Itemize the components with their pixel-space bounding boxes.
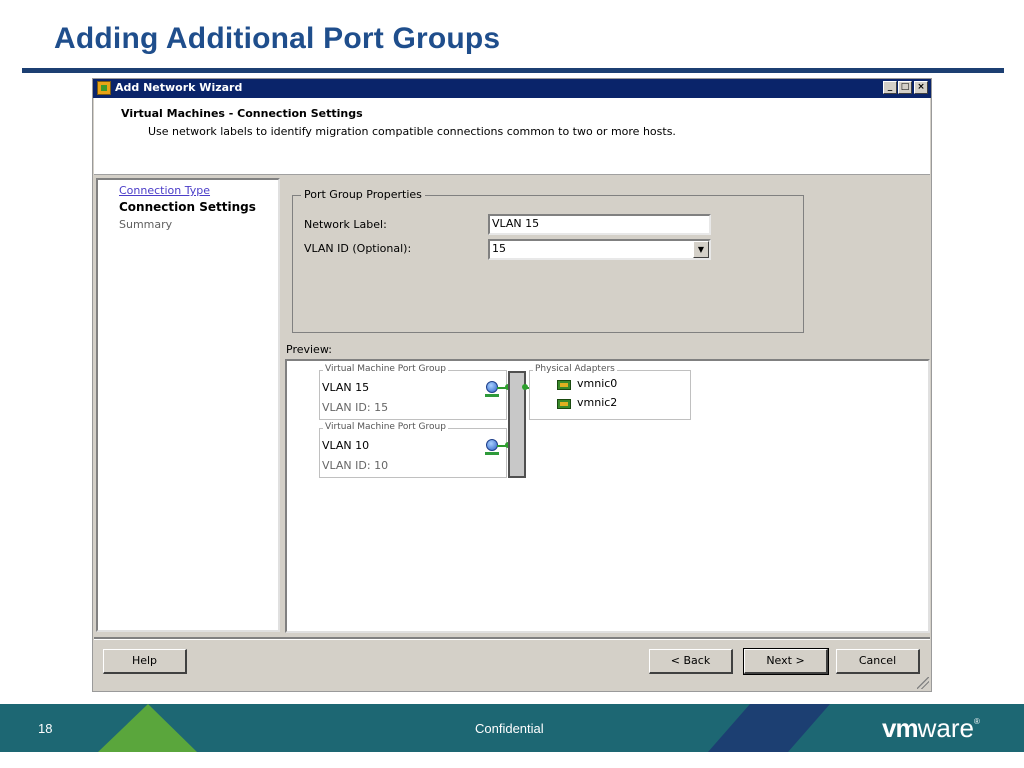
physical-adapters-legend: Physical Adapters bbox=[533, 364, 617, 374]
footer-navy-stripe bbox=[708, 704, 830, 752]
step-connection-settings: Connection Settings bbox=[119, 200, 256, 214]
steps-panel: Connection Type Connection Settings Summ… bbox=[96, 178, 280, 632]
back-button[interactable]: < Back bbox=[649, 649, 733, 674]
resize-grip-icon[interactable] bbox=[917, 677, 929, 689]
vlan-id-label: VLAN ID (Optional): bbox=[304, 242, 412, 255]
step-connection-type[interactable]: Connection Type bbox=[119, 184, 210, 197]
brand-bold: vm bbox=[882, 713, 919, 743]
port-group-name: VLAN 15 bbox=[322, 381, 370, 394]
slide-title: Adding Additional Port Groups bbox=[54, 22, 501, 55]
help-button[interactable]: Help bbox=[103, 649, 187, 674]
port-group-vlan: VLAN ID: 10 bbox=[322, 459, 389, 472]
header-title: Virtual Machines - Connection Settings bbox=[121, 107, 363, 120]
network-adapter-icon bbox=[557, 399, 571, 409]
step-summary: Summary bbox=[119, 218, 173, 231]
port-group-legend: Virtual Machine Port Group bbox=[323, 364, 448, 374]
window-title: Add Network Wizard bbox=[115, 81, 243, 94]
minimize-button[interactable]: _ bbox=[883, 81, 897, 94]
footer-text: Confidential bbox=[475, 721, 544, 736]
port-group-properties-legend: Port Group Properties bbox=[301, 188, 425, 201]
add-network-wizard-window: Add Network Wizard _ □ × Virtual Machine… bbox=[92, 78, 932, 692]
network-label-input[interactable]: VLAN 15 bbox=[488, 214, 711, 235]
port-group-legend: Virtual Machine Port Group bbox=[323, 422, 448, 432]
port-group-box[interactable]: Virtual Machine Port Group VLAN 15 VLAN … bbox=[319, 364, 507, 420]
header-description: Use network labels to identify migration… bbox=[148, 125, 676, 138]
network-adapter-icon bbox=[557, 380, 571, 390]
button-separator bbox=[94, 637, 930, 640]
preview-pane: Virtual Machine Port Group VLAN 15 VLAN … bbox=[285, 359, 930, 633]
port-group-properties: Port Group Properties Network Label: VLA… bbox=[292, 188, 804, 333]
slide-footer: 18 Confidential vmware® bbox=[0, 704, 1024, 752]
nic-label[interactable]: vmnic2 bbox=[577, 396, 617, 409]
port-group-box[interactable]: Virtual Machine Port Group VLAN 10 VLAN … bbox=[319, 422, 507, 478]
nic-label[interactable]: vmnic0 bbox=[577, 377, 617, 390]
port-group-vlan: VLAN ID: 15 bbox=[322, 401, 389, 414]
physical-adapters-box: Physical Adapters vmnic0 vmnic2 bbox=[529, 364, 691, 420]
close-button[interactable]: × bbox=[914, 81, 928, 94]
window-titlebar[interactable]: Add Network Wizard _ □ × bbox=[93, 79, 931, 98]
port-group-name: VLAN 10 bbox=[322, 439, 370, 452]
title-rule bbox=[22, 68, 1004, 73]
page-number: 18 bbox=[38, 721, 53, 736]
next-button[interactable]: Next > bbox=[743, 648, 829, 675]
maximize-button[interactable]: □ bbox=[898, 81, 912, 94]
wizard-header: Virtual Machines - Connection Settings U… bbox=[94, 98, 930, 175]
brand-rest: ware bbox=[917, 713, 974, 743]
chevron-down-icon[interactable]: ▼ bbox=[693, 241, 709, 258]
cancel-button[interactable]: Cancel bbox=[836, 649, 920, 674]
brand-mark: ® bbox=[973, 717, 980, 726]
wizard-icon bbox=[97, 81, 111, 95]
vlan-id-value: 15 bbox=[492, 242, 506, 255]
vmware-logo: vmware® bbox=[882, 713, 980, 744]
footer-green-triangle bbox=[98, 704, 197, 752]
preview-label: Preview: bbox=[286, 343, 332, 356]
vlan-id-combo[interactable]: 15 ▼ bbox=[488, 239, 711, 260]
network-label-label: Network Label: bbox=[304, 218, 387, 231]
